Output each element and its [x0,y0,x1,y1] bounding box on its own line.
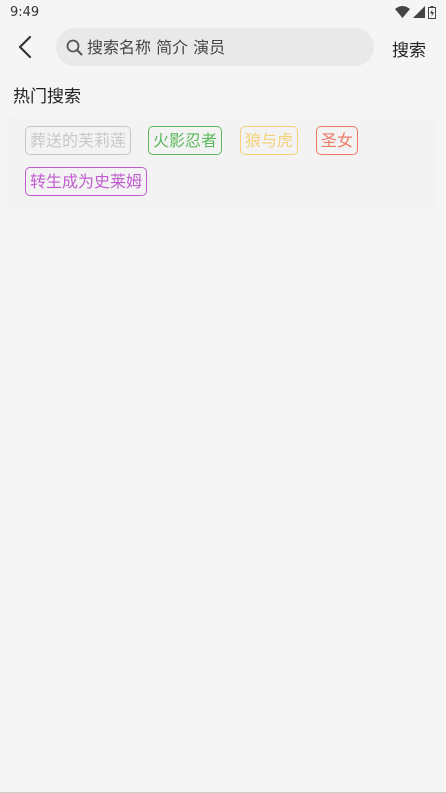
wifi-icon [395,6,410,18]
search-header: 搜索 [0,28,446,66]
battery-icon [428,5,436,19]
status-time: 9:49 [10,4,40,20]
back-button[interactable] [12,34,38,60]
search-input[interactable] [87,37,357,57]
search-box[interactable] [56,28,374,66]
hot-tag[interactable]: 葬送的芙莉莲 [25,126,132,155]
hot-search-title: 热门搜索 [13,87,81,107]
hot-tag[interactable]: 圣女 [316,126,359,155]
search-button[interactable]: 搜索 [392,36,426,61]
hot-tag[interactable]: 转生成为史莱姆 [25,167,148,196]
signal-icon [413,6,425,18]
hot-tag[interactable]: 火影忍者 [148,126,223,155]
status-bar: 9:49 [0,0,446,24]
chevron-left-icon [18,36,32,58]
hot-search-tags: 葬送的芙莉莲 火影忍者 狼与虎 圣女 转生成为史莱姆 [8,114,438,210]
hot-tag[interactable]: 狼与虎 [240,126,299,155]
status-icons [395,5,436,19]
search-icon [66,39,83,55]
